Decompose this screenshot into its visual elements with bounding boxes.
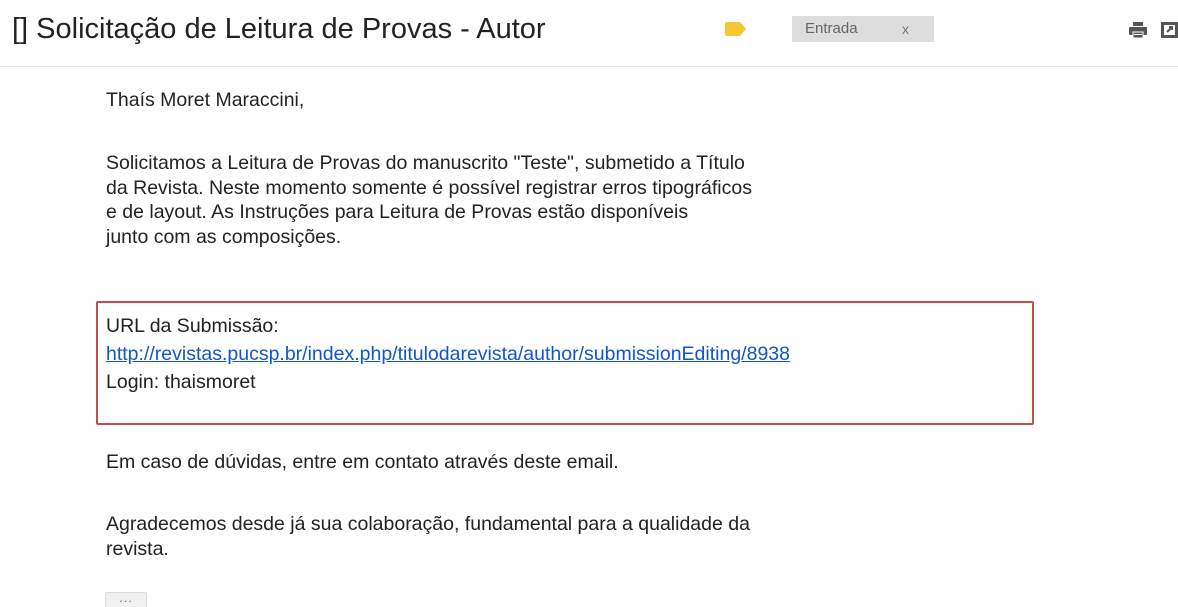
- important-marker-icon[interactable]: [725, 22, 747, 36]
- paragraph-line: da Revista. Neste momento somente é poss…: [106, 176, 752, 199]
- paragraph-request: Solicitamos a Leitura de Provas do manus…: [106, 151, 752, 249]
- login-line: Login: thaismoret: [106, 371, 256, 393]
- email-view: [] Solicitação de Leitura de Provas - Au…: [0, 0, 1178, 607]
- submission-info: URL da Submissão: http://revistas.pucsp.…: [106, 312, 790, 396]
- paragraph-line: Solicitamos a Leitura de Provas do manus…: [106, 152, 745, 174]
- paragraph-thanks: Agradecemos desde já sua colaboração, fu…: [106, 512, 750, 561]
- remove-label-icon[interactable]: x: [902, 16, 909, 42]
- label-chip-text: Entrada: [805, 20, 858, 37]
- submission-url-label: URL da Submissão:: [106, 315, 279, 337]
- email-header: [] Solicitação de Leitura de Provas - Au…: [0, 0, 1178, 67]
- paragraph-line: Agradecemos desde já sua colaboração, fu…: [106, 513, 750, 535]
- email-subject: [] Solicitação de Leitura de Provas - Au…: [12, 13, 546, 45]
- paragraph-contact: Em caso de dúvidas, entre em contato atr…: [106, 451, 619, 473]
- show-trimmed-content-button[interactable]: ...: [105, 591, 147, 607]
- greeting: Thaís Moret Maraccini,: [106, 89, 305, 111]
- submission-url-link[interactable]: http://revistas.pucsp.br/index.php/titul…: [106, 343, 790, 365]
- paragraph-line: revista.: [106, 537, 169, 560]
- new-window-icon[interactable]: [1160, 20, 1178, 40]
- paragraph-line: junto com as composições.: [106, 225, 342, 248]
- label-chip-inbox[interactable]: Entrada x: [792, 16, 934, 42]
- paragraph-line: e de layout. As Instruções para Leitura …: [106, 201, 689, 223]
- print-icon[interactable]: [1128, 20, 1148, 40]
